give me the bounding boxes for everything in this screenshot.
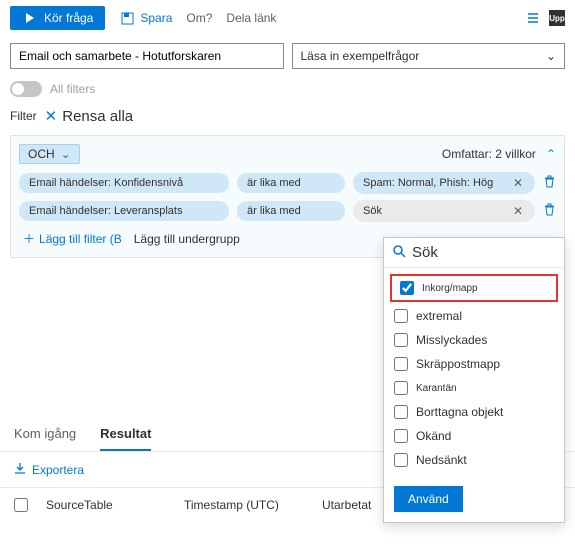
select-all-checkbox[interactable] <box>14 498 28 512</box>
column-sourcetable[interactable]: SourceTable <box>46 498 166 512</box>
clear-value-icon[interactable]: ✕ <box>511 204 525 218</box>
add-subgroup-button[interactable]: Lägg till undergrupp <box>134 232 240 246</box>
highlighted-option: Inkorg/mapp <box>390 274 558 302</box>
chevron-down-icon: ⌄ <box>61 147 71 161</box>
field-pill[interactable]: Email händelser: Konfidensnivå <box>19 173 229 193</box>
value-pill[interactable]: Sök ✕ <box>353 200 535 222</box>
filter-label: Filter <box>10 109 37 123</box>
option-nedsankt[interactable]: Nedsänkt <box>384 448 564 472</box>
option-inkorg[interactable]: Inkorg/mapp <box>396 278 552 298</box>
dropdown-search[interactable]: Sök <box>384 238 564 268</box>
and-operator-chip[interactable]: OCH ⌄ <box>19 144 80 164</box>
delete-row-icon[interactable] <box>543 203 556 219</box>
option-borttagna[interactable]: Borttagna objekt <box>384 400 564 424</box>
option-misslyckades[interactable]: Misslyckades <box>384 328 564 352</box>
option-karantan[interactable]: Karantän <box>384 376 564 400</box>
option-okand[interactable]: Okänd <box>384 424 564 448</box>
add-filter-button[interactable]: ＋ Lägg till filter (B <box>23 230 122 247</box>
run-label: Kör fråga <box>44 11 93 25</box>
clear-value-icon[interactable]: ✕ <box>511 176 525 190</box>
query-name-input[interactable] <box>10 43 284 69</box>
operator-pill[interactable]: är lika med <box>237 173 345 193</box>
clear-all-button[interactable]: ✕ Rensa alla <box>45 107 133 125</box>
all-filters-label: All filters <box>50 82 95 96</box>
examples-select[interactable]: Läsa in exempelfrågor ⌄ <box>292 43 566 69</box>
condition-row: Email händelser: Leveransplats är lika m… <box>19 200 556 222</box>
option-skrappost[interactable]: Skräppostmapp <box>384 352 564 376</box>
save-button[interactable]: Spara <box>119 10 172 26</box>
field-pill[interactable]: Email händelser: Leveransplats <box>19 201 229 221</box>
operator-pill[interactable]: är lika med <box>237 201 345 221</box>
close-icon: ✕ <box>45 107 58 125</box>
about-link[interactable]: Om? <box>186 11 212 25</box>
apply-button[interactable]: Använd <box>394 486 463 512</box>
collapse-icon[interactable]: ⌃ <box>546 147 556 161</box>
column-timestamp[interactable]: Timestamp (UTC) <box>184 498 304 512</box>
list-view-icon[interactable] <box>525 10 541 26</box>
examples-label: Läsa in exempelfrågor <box>301 49 420 63</box>
tab-start[interactable]: Kom igång <box>14 418 76 451</box>
clear-all-label: Rensa alla <box>62 108 133 125</box>
save-icon <box>119 10 135 26</box>
scope-label: Omfattar: 2 villkor <box>442 147 536 161</box>
chevron-down-icon: ⌄ <box>546 49 556 63</box>
search-icon <box>392 244 406 261</box>
option-extremal[interactable]: extremal <box>384 304 564 328</box>
delete-row-icon[interactable] <box>543 175 556 191</box>
search-placeholder: Sök <box>412 244 438 261</box>
share-link[interactable]: Dela länk <box>226 11 276 25</box>
run-query-button[interactable]: Kör fråga <box>10 6 105 30</box>
plus-icon: ＋ <box>23 230 35 247</box>
condition-row: Email händelser: Konfidensnivå är lika m… <box>19 172 556 194</box>
download-icon <box>14 462 26 477</box>
all-filters-toggle[interactable] <box>10 81 42 97</box>
value-dropdown: Sök Inkorg/mapp extremal Misslyckades Sk… <box>383 237 565 523</box>
value-pill[interactable]: Spam: Normal, Phish: Hög ✕ <box>353 172 535 194</box>
option-checkbox[interactable] <box>400 281 414 295</box>
save-label: Spara <box>140 11 172 25</box>
play-icon <box>22 10 38 26</box>
tab-results[interactable]: Resultat <box>100 418 151 451</box>
upp-badge: Upp <box>549 10 565 26</box>
